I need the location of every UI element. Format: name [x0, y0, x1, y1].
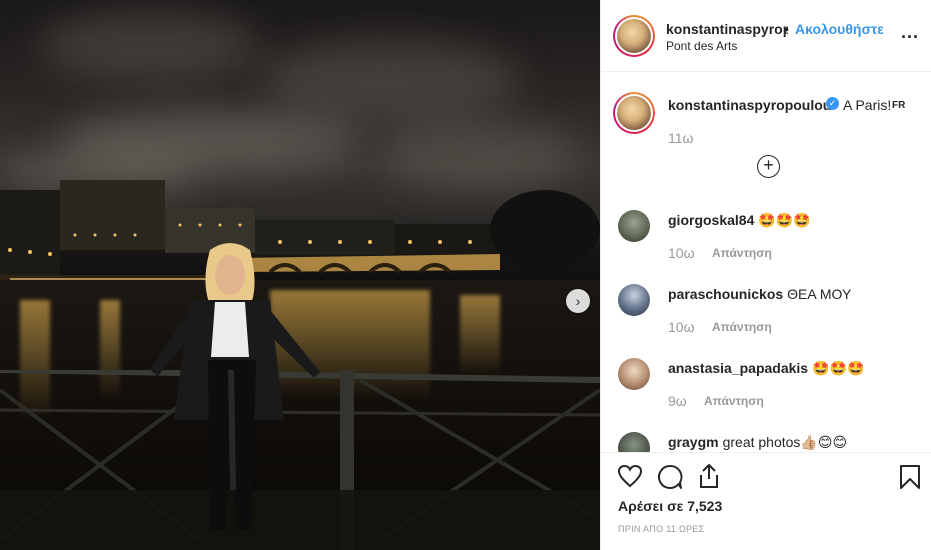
post-side-panel: konstantinaspyrop • Ακολουθήστε Pont des…: [600, 0, 931, 550]
verified-badge-icon: ✓: [826, 97, 839, 110]
reply-button[interactable]: Απάντηση: [704, 394, 764, 408]
caption-language: FR: [892, 100, 906, 111]
caption-time[interactable]: 11ω: [668, 130, 693, 146]
comment-text: 🤩🤩🤩: [812, 360, 865, 376]
post-photo[interactable]: ›: [0, 0, 600, 550]
light-reflection: [460, 295, 500, 375]
bookmark-icon[interactable]: [899, 464, 921, 490]
comment-time[interactable]: 10ω: [668, 319, 695, 335]
comment-item: paraschounickos ΘΕΑ ΜΟΥ 10ω Απάντηση: [601, 279, 931, 349]
comment-icon[interactable]: [657, 464, 683, 490]
reply-button[interactable]: Απάντηση: [712, 246, 772, 260]
commenter-avatar[interactable]: [618, 284, 650, 316]
location-link[interactable]: Pont des Arts: [666, 39, 737, 53]
comment-username[interactable]: giorgoskal84 🤩🤩🤩: [668, 212, 811, 229]
plus-circle-icon[interactable]: +: [757, 155, 780, 178]
comment-item: graygm great photos👍🏼😊😊: [601, 427, 931, 452]
more-options-icon[interactable]: ...: [901, 22, 919, 43]
comment-username[interactable]: graygm great photos👍🏼😊😊: [668, 434, 847, 451]
author-avatar[interactable]: [613, 15, 655, 57]
header-username[interactable]: konstantinaspyrop: [666, 21, 788, 37]
follow-button[interactable]: Ακολουθήστε: [795, 21, 883, 37]
next-photo-button[interactable]: ›: [566, 289, 590, 313]
heart-icon[interactable]: [617, 464, 643, 488]
likes-count[interactable]: Αρέσει σε 7,523: [618, 498, 722, 514]
comment-text: 🤩🤩🤩: [758, 212, 811, 228]
caption-avatar[interactable]: [613, 92, 655, 134]
caption-username[interactable]: konstantinaspyropoulou: [668, 97, 831, 113]
caption-text: A Paris!: [843, 97, 892, 113]
woman-figure: [150, 243, 320, 530]
comment-time[interactable]: 10ω: [668, 245, 695, 261]
commenter-avatar[interactable]: [618, 432, 650, 452]
comment-username[interactable]: paraschounickos ΘΕΑ ΜΟΥ: [668, 286, 851, 302]
commenter-avatar[interactable]: [618, 210, 650, 242]
comment-time[interactable]: 9ω: [668, 393, 687, 409]
comment-text: ΘΕΑ ΜΟΥ: [787, 286, 852, 302]
reply-button[interactable]: Απάντηση: [712, 320, 772, 334]
comment-item: anastasia_papadakis 🤩🤩🤩 9ω Απάντηση: [601, 353, 931, 423]
comment-text: great photos👍🏼😊😊: [722, 434, 848, 450]
comment-item: giorgoskal84 🤩🤩🤩 10ω Απάντηση: [601, 205, 931, 275]
post-header: konstantinaspyrop • Ακολουθήστε Pont des…: [601, 0, 931, 72]
separator-dot: •: [784, 21, 789, 37]
post-actions-bar: Αρέσει σε 7,523 ΠΡΙΝ ΑΠΟ 11 ΩΡΕΣ: [601, 452, 931, 550]
post-timestamp[interactable]: ΠΡΙΝ ΑΠΟ 11 ΩΡΕΣ: [618, 524, 704, 534]
comment-username[interactable]: anastasia_papadakis 🤩🤩🤩: [668, 360, 864, 377]
commenter-avatar[interactable]: [618, 358, 650, 390]
share-icon[interactable]: [697, 463, 721, 489]
